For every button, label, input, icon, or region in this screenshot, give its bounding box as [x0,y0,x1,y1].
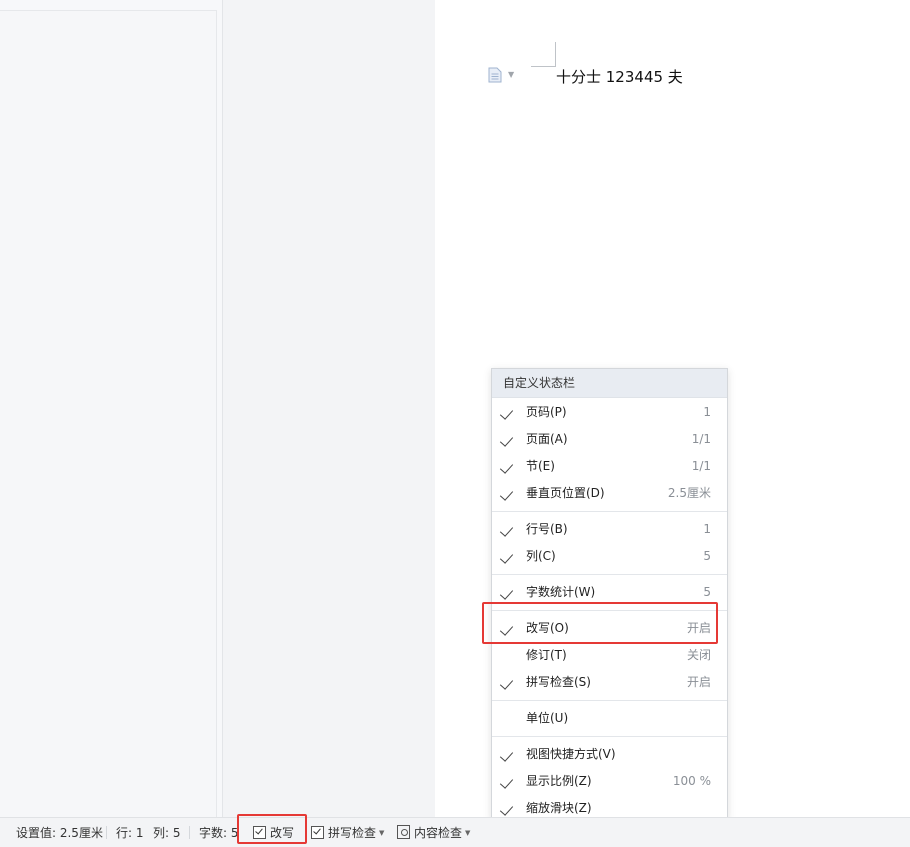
menu-item-value: 100 % [672,774,711,788]
navigation-pane-content [0,10,217,818]
checkmark-icon [499,460,514,474]
menu-item-label: 单位(U) [526,711,569,725]
menu-separator [492,736,727,737]
menu-separator [492,700,727,701]
row-indicator[interactable]: 行: 1 [116,824,144,841]
menu-item-label: 页面(A) [526,432,568,446]
menu-item-label: 行号(B) [526,522,568,536]
spell-check-toggle[interactable]: 拼写检查 ▼ [311,824,384,841]
status-divider [189,826,190,839]
status-bar: 设置值: 2.5厘米 行: 1 列: 5 字数: 5 改写 拼写检查 ▼ 内容检查… [0,817,910,847]
menu-item[interactable]: 垂直页位置(D) 2.5厘米 [492,480,727,507]
checkmark-icon [499,586,514,600]
content-check-label: 内容检查 [414,826,463,840]
menu-item-label: 拼写检查(S) [526,675,591,689]
navigation-pane [0,0,223,818]
chevron-down-icon[interactable]: ▼ [379,829,384,837]
menu-item-label: 节(E) [526,459,555,473]
menu-item[interactable]: 拼写检查(S) 开启 [492,669,727,696]
checkmark-icon [499,748,514,762]
menu-item-label: 垂直页位置(D) [526,486,605,500]
setting-value-indicator[interactable]: 设置值: 2.5厘米 [16,824,103,841]
status-divider [106,826,107,839]
highlight-box-overtype-menu [482,602,718,644]
content-check-icon [397,825,410,839]
column-indicator[interactable]: 列: 5 [153,824,181,841]
menu-item-label: 视图快捷方式(V) [526,747,616,761]
menu-item[interactable]: 显示比例(Z) 100 % [492,768,727,795]
menu-item-value: 1/1 [691,459,711,473]
document-icon[interactable] [488,67,502,83]
chevron-down-icon[interactable]: ▼ [465,829,470,837]
menu-item-label: 修订(T) [526,648,567,662]
menu-item-value: 2.5厘米 [667,486,711,500]
checkmark-icon [499,775,514,789]
checkmark-icon [499,523,514,537]
menu-item[interactable]: 修订(T) 关闭 [492,642,727,669]
menu-separator [492,511,727,512]
menu-title: 自定义状态栏 [492,369,727,398]
menu-item[interactable]: 行号(B) 1 [492,516,727,543]
margin-corner-mark [555,42,556,66]
menu-item[interactable]: 页面(A) 1/1 [492,426,727,453]
menu-item-value: 1 [703,522,711,536]
checkmark-icon [499,802,514,816]
menu-item[interactable]: 列(C) 5 [492,543,727,570]
highlight-box-overtype-status [237,814,307,844]
menu-item-value: 5 [703,549,711,563]
content-check-button[interactable]: 内容检查 ▼ [397,824,470,841]
menu-item[interactable]: 节(E) 1/1 [492,453,727,480]
checkmark-icon [499,433,514,447]
menu-item-label: 列(C) [526,549,556,563]
menu-item[interactable]: 视图快捷方式(V) [492,741,727,768]
menu-item-value: 1 [703,405,711,419]
checkmark-icon [499,406,514,420]
margin-corner-mark-h [531,66,556,67]
checkmark-icon [499,487,514,501]
spell-check-label: 拼写检查 [328,826,377,840]
checkmark-icon [499,550,514,564]
chevron-down-icon[interactable]: ▼ [508,70,514,79]
document-text[interactable]: 十分士 123445 夫 [556,66,683,87]
menu-item[interactable]: 页码(P) 1 [492,399,727,426]
word-count-indicator[interactable]: 字数: 5 [199,824,239,841]
menu-item-value: 1/1 [691,432,711,446]
menu-item-label: 页码(P) [526,405,567,419]
menu-item-value: 开启 [686,675,711,689]
menu-item[interactable]: 单位(U) [492,705,727,732]
menu-item-value: 关闭 [686,648,711,662]
checkmark-icon [499,676,514,690]
checkbox-icon [311,826,324,839]
menu-separator [492,574,727,575]
customize-status-bar-menu: 自定义状态栏 页码(P) 1 页面(A) 1/1 节(E) 1/1 垂直页位置(D) 2.5厘… [491,368,728,820]
menu-item-label: 显示比例(Z) [526,774,592,788]
